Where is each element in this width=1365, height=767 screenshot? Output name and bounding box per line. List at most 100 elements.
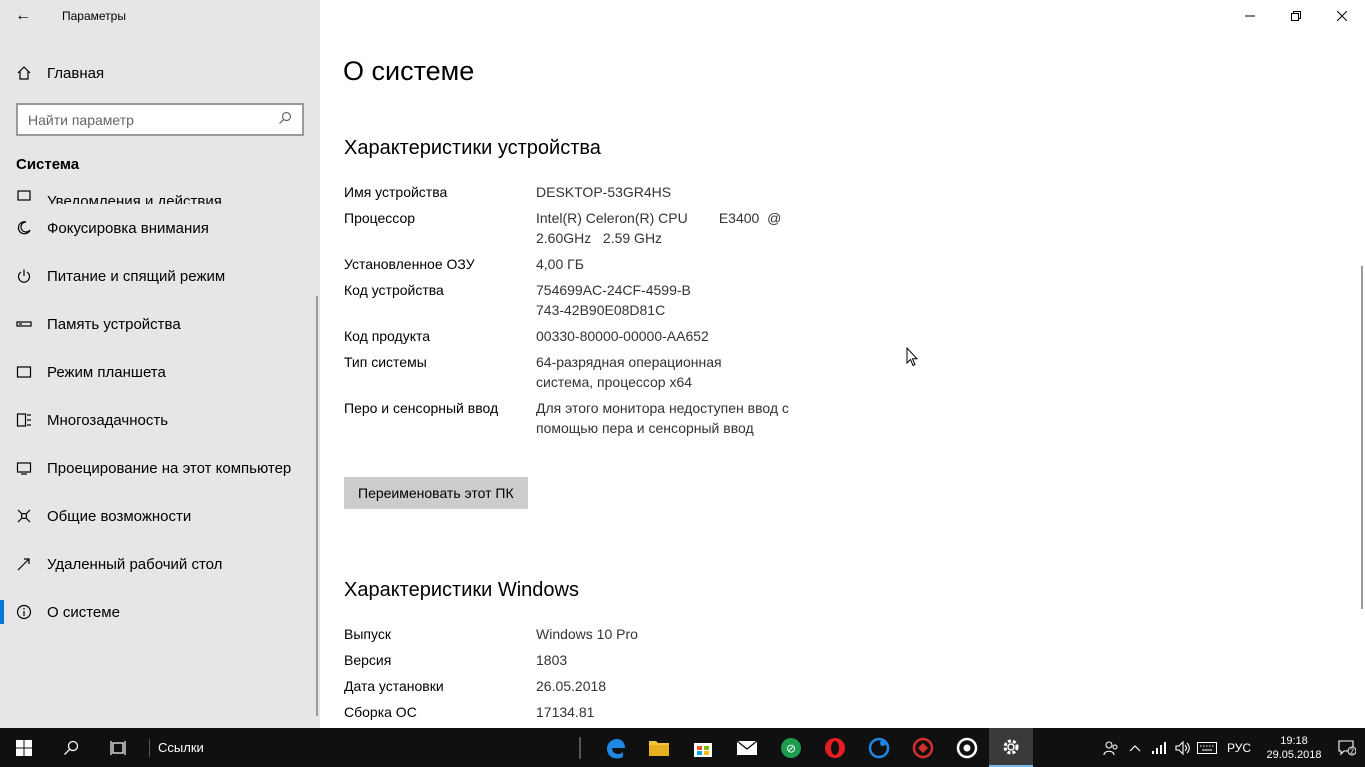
nav-home-label: Главная <box>47 64 105 82</box>
sidebar-item-label: Фокусировка внимания <box>47 219 209 237</box>
spec-row: Выпуск Windows 10 Pro <box>344 624 804 644</box>
close-button[interactable] <box>1319 0 1365 32</box>
people-icon[interactable] <box>1099 740 1123 756</box>
gear-icon <box>1003 739 1019 754</box>
back-arrow-icon: ← <box>15 7 31 24</box>
search-input[interactable] <box>28 111 258 128</box>
search-icon[interactable] <box>278 111 292 128</box>
spec-value: DESKTOP-53GR4HS <box>536 184 672 200</box>
clock[interactable]: 19:18 29.05.2018 <box>1259 734 1329 762</box>
sidebar-item-label: Проецирование на этот компьютер <box>47 459 292 477</box>
spec-row: Код продукта 00330-80000-00000-AA652 <box>344 326 804 346</box>
spec-key: Тип системы <box>344 354 427 370</box>
spec-key: Установленное ОЗУ <box>344 256 475 272</box>
sidebar-item-storage[interactable]: Память устройства <box>0 300 320 348</box>
spec-row: Дата установки 26.05.2018 <box>344 676 804 696</box>
spec-key: Процессор <box>344 210 416 226</box>
shared-icon <box>0 508 47 524</box>
spec-row: Тип системы 64-разрядная операционная сис… <box>344 352 804 392</box>
opera-icon <box>825 737 845 758</box>
toolbar-separator <box>579 736 581 759</box>
spec-value: Intel(R) Celeron(R) CPU E3400 @ 2.60GHz … <box>536 210 786 246</box>
action-center-button[interactable]: 2 <box>1329 739 1365 756</box>
notifications-count: 2 <box>1350 747 1354 755</box>
spec-key: Имя устройства <box>344 184 448 200</box>
spec-row: Установленное ОЗУ 4,00 ГБ <box>344 254 804 274</box>
links-toolbar[interactable]: Ссылки <box>149 738 579 757</box>
sidebar-item-tablet[interactable]: Режим планшета <box>0 348 320 396</box>
windows-specs-table: Выпуск Windows 10 Pro Версия 1803 Дата уст… <box>344 624 804 728</box>
sidebar-item-remote-desktop[interactable]: Удаленный рабочий стол <box>0 540 320 588</box>
minimize-button[interactable] <box>1227 0 1273 32</box>
media-app[interactable] <box>945 728 989 767</box>
language-indicator[interactable]: РУС <box>1227 741 1251 755</box>
green-app[interactable]: ⊘ <box>769 728 813 767</box>
settings-window: ← Параметры Главная Система Уведомления … <box>0 0 1365 728</box>
storage-icon <box>0 316 47 332</box>
device-specs-heading: Характеристики устройства <box>344 137 601 159</box>
sidebar-item-projecting[interactable]: Проецирование на этот компьютер <box>0 444 320 492</box>
network-icon[interactable] <box>1147 741 1171 754</box>
nav-home[interactable]: Главная <box>0 52 320 94</box>
sidebar-item-about[interactable]: О системе <box>0 588 320 636</box>
home-icon <box>0 65 47 81</box>
mail-app[interactable] <box>725 728 769 767</box>
restore-button[interactable] <box>1273 0 1319 32</box>
spec-row: Перо и сенсорный ввод Для этого монитора … <box>344 398 804 438</box>
sidebar-item-label: Режим планшета <box>47 363 166 381</box>
sidebar-item-label: Память устройства <box>47 315 181 333</box>
sidebar-item-shared[interactable]: Общие возможности <box>0 492 320 540</box>
search-button[interactable] <box>47 728 94 767</box>
edge-icon <box>607 738 625 758</box>
sidebar-item-notifications[interactable]: Уведомления и действия <box>0 174 320 204</box>
volume-icon[interactable] <box>1171 740 1195 755</box>
blue-app[interactable] <box>857 728 901 767</box>
spec-row: Код устройства 754699AC-24CF-4599-B743-42… <box>344 280 804 320</box>
spec-value: 64-разрядная операционная система, проце… <box>536 354 722 390</box>
app-title: Параметры <box>62 9 126 23</box>
store-app[interactable] <box>681 728 725 767</box>
spec-row: Сборка ОС 17134.81 <box>344 702 804 722</box>
clock-time: 19:18 <box>1280 734 1308 747</box>
sidebar-item-label: Уведомления и действия <box>47 193 222 204</box>
window-controls <box>1227 0 1365 32</box>
close-icon <box>1337 11 1347 21</box>
spec-key: Код продукта <box>344 328 431 344</box>
back-button[interactable]: ← <box>0 0 46 32</box>
remote-icon <box>0 556 47 572</box>
folder-icon <box>649 740 669 756</box>
spec-value: 00330-80000-00000-AA652 <box>536 328 709 344</box>
sidebar-item-multitasking[interactable]: Многозадачность <box>0 396 320 444</box>
nav-list: Уведомления и действия Фокусировка внима… <box>0 174 320 636</box>
main-scrollbar[interactable] <box>1361 266 1363 609</box>
spec-key: Дата установки <box>344 678 444 694</box>
settings-app[interactable] <box>989 728 1033 767</box>
spec-key: Сборка ОС <box>344 704 417 720</box>
start-button[interactable] <box>0 728 47 767</box>
sidebar-item-focus[interactable]: Фокусировка внимания <box>0 204 320 252</box>
chevron-up-icon[interactable] <box>1123 743 1147 753</box>
spec-value: Windows 10 Pro <box>536 626 638 642</box>
windows-specs-heading: Характеристики Windows <box>344 579 579 601</box>
page-title: О системе <box>343 56 475 86</box>
edge-app[interactable] <box>593 728 637 767</box>
device-specs-table: Имя устройства DESKTOP-53GR4HS Процессор I… <box>344 182 804 444</box>
clock-date: 29.05.2018 <box>1266 748 1322 761</box>
file-explorer-app[interactable] <box>637 728 681 767</box>
sidebar-scrollbar[interactable] <box>316 296 318 716</box>
sidebar: ← Параметры Главная Система Уведомления … <box>0 0 320 728</box>
rename-pc-button[interactable]: Переименовать этот ПК <box>344 477 528 509</box>
opera-app[interactable] <box>813 728 857 767</box>
spec-value: 1803 <box>536 652 568 668</box>
task-view-button[interactable] <box>94 728 141 767</box>
spec-key: Код устройства <box>344 282 444 298</box>
spec-key: Выпуск <box>344 626 391 642</box>
keyboard-icon[interactable] <box>1195 741 1219 754</box>
info-icon <box>0 604 47 620</box>
search-box[interactable] <box>16 103 304 136</box>
notification-icon <box>0 188 47 204</box>
sidebar-item-power[interactable]: Питание и спящий режим <box>0 252 320 300</box>
spec-value: 17134.81 <box>536 704 595 720</box>
red-app[interactable] <box>901 728 945 767</box>
notification-icon: 2 <box>1338 739 1356 755</box>
